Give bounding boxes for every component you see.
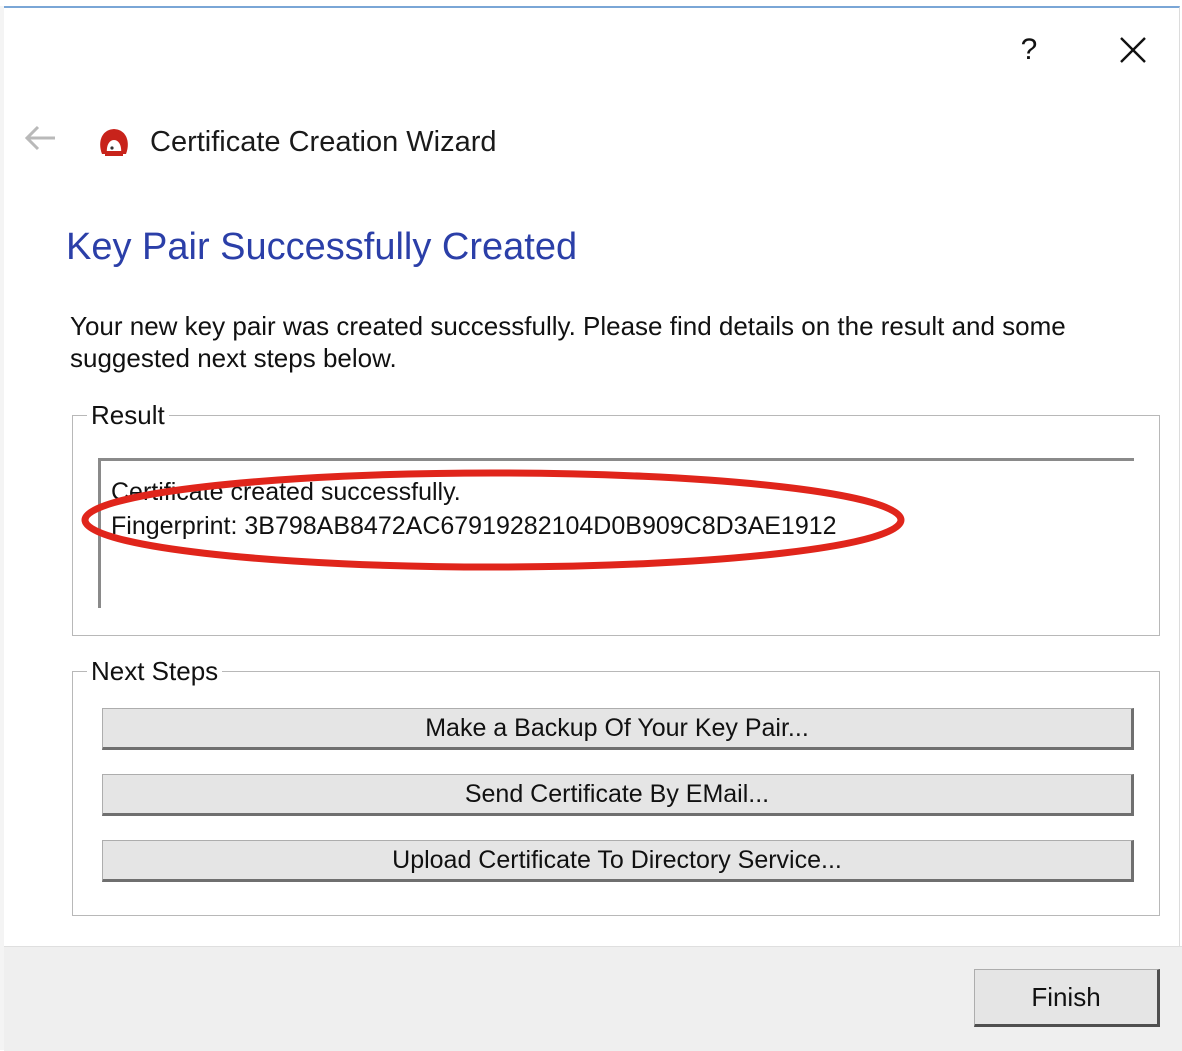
intro-text: Your new key pair was created successful… [70,311,1066,373]
wizard-footer: Finish [4,946,1182,1051]
back-arrow-icon [24,125,55,151]
backup-key-pair-button[interactable]: Make a Backup Of Your Key Pair... [102,708,1134,750]
kleopatra-icon [100,129,128,156]
title-controls: ? [999,26,1157,74]
close-button[interactable] [1109,26,1157,74]
help-button[interactable]: ? [999,26,1059,74]
fingerprint-line: Fingerprint: 3B798AB8472AC67919282104D0B… [111,512,837,540]
back-button[interactable] [18,116,62,160]
close-icon [1120,37,1146,63]
wizard-title: Certificate Creation Wizard [150,125,497,158]
result-legend: Result [91,400,165,430]
wizard-window: ? Certificate Creation Wizard Key Pair S… [4,6,1180,1048]
result-status-line: Certificate created successfully. [111,478,461,506]
result-textbox[interactable]: Certificate created successfully. Finger… [98,458,1134,608]
send-certificate-email-button[interactable]: Send Certificate By EMail... [102,774,1134,816]
finish-button[interactable]: Finish [974,969,1160,1027]
wizard-header: Certificate Creation Wizard [96,124,497,160]
page-title: Key Pair Successfully Created [66,226,578,268]
next-steps-legend: Next Steps [91,656,219,686]
upload-certificate-button[interactable]: Upload Certificate To Directory Service.… [102,840,1134,882]
